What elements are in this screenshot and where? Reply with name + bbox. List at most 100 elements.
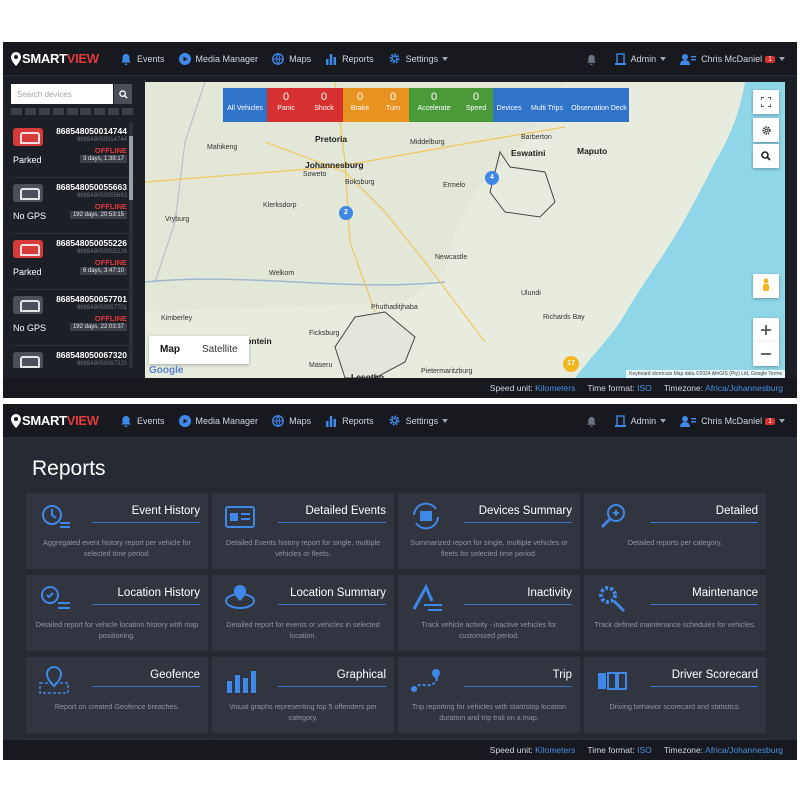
cluster-marker[interactable]: 4 [485, 171, 499, 185]
map-settings-button[interactable] [753, 118, 779, 142]
event-filter-devices[interactable]: Devices [493, 88, 525, 122]
map-search-button[interactable] [753, 144, 779, 168]
time-format: Time format: ISO [587, 383, 651, 393]
page-title: Reports [32, 457, 106, 480]
user-menu[interactable]: Chris McDaniel 1 [680, 415, 785, 427]
fullscreen-icon [761, 97, 771, 107]
nav-reports[interactable]: Reports [325, 53, 374, 65]
vehicle-sub-id: 868548050055226 [76, 249, 127, 255]
filter-label: Multi Trips [531, 105, 563, 112]
map-terrain [145, 82, 785, 378]
vehicle-state: No GPS [13, 211, 47, 221]
nav-events[interactable]: Events [120, 53, 165, 65]
search-button[interactable] [114, 84, 132, 104]
timezone-value[interactable]: Africa/Johannesburg [705, 745, 783, 755]
event-filter-speed[interactable]: 0 Speed [459, 88, 493, 122]
vehicle-list-item[interactable]: 868548050055226 868548050055226 OFFLINE … [11, 234, 129, 290]
speed-unit-value[interactable]: Kilometers [535, 745, 575, 755]
street-view-pegman[interactable] [753, 274, 779, 298]
map-view[interactable]: All Vehicles 0 Panic 0 Shock 0 Brake 0 Turn 0 Acce… [145, 82, 785, 378]
vehicle-list-item[interactable]: 868548050057701 868548050057701 OFFLINE … [11, 290, 129, 346]
event-filter-all-vehicles[interactable]: All Vehicles [223, 88, 267, 122]
event-filter-brake[interactable]: 0 Brake [343, 88, 377, 122]
filter-accel-icon[interactable] [80, 108, 92, 115]
event-filter-turn[interactable]: 0 Turn [377, 88, 409, 122]
filter-all-icon[interactable] [11, 108, 22, 115]
nav-maps[interactable]: Maps [272, 414, 311, 427]
map-type-satellite[interactable]: Satellite [191, 336, 249, 364]
report-card-devices-summary[interactable]: Devices Summary Summarized report for si… [398, 493, 580, 569]
nav-maps[interactable]: Maps [272, 52, 311, 65]
report-card-inactivity[interactable]: Inactivity Track vehicle activity - inac… [398, 575, 580, 651]
report-card-graphical[interactable]: Graphical Visual graphs representing top… [212, 657, 394, 733]
event-filter-multi-trips[interactable]: Multi Trips [525, 88, 569, 122]
event-filter-observation-deck[interactable]: Observation Deck [569, 88, 629, 122]
nav-media-manager[interactable]: Media Manager [178, 52, 259, 65]
report-card-geofence[interactable]: Geofence Report on created Geofence brea… [26, 657, 208, 733]
report-card-trip[interactable]: Trip Trip reporting for vehicles with st… [398, 657, 580, 733]
zoom-out-button[interactable] [753, 342, 779, 366]
smartview-logo[interactable]: SMART VIEW [10, 413, 102, 428]
vehicle-list-item[interactable]: 868548050067320 868548050067320 [11, 346, 129, 368]
time-format-value[interactable]: ISO [637, 383, 652, 393]
admin-menu[interactable]: Admin [614, 415, 667, 427]
vehicle-list-item[interactable]: 868548050014744 868548050014744 OFFLINE … [11, 122, 129, 178]
cluster-marker[interactable]: 2 [339, 206, 353, 220]
smartview-logo[interactable]: SMART VIEW [10, 51, 102, 66]
speed-unit-value[interactable]: Kilometers [535, 383, 575, 393]
timezone-value[interactable]: Africa/Johannesburg [705, 383, 783, 393]
event-filter-panic[interactable]: 0 Panic [267, 88, 305, 122]
vehicle-list-item[interactable]: 868548050055663 868548050055663 OFFLINE … [11, 178, 129, 234]
vehicle-list: 868548050014744 868548050014744 OFFLINE … [11, 122, 129, 368]
report-card-maintenance[interactable]: Maintenance Track defined maintenance sc… [584, 575, 766, 651]
filter-label: Brake [350, 105, 370, 112]
cluster-marker[interactable]: 17 [563, 356, 579, 372]
filter-speed-icon[interactable] [94, 108, 106, 115]
admin-menu[interactable]: Admin [614, 53, 667, 65]
notification-bell-icon[interactable] [586, 416, 597, 427]
time-format-value[interactable]: ISO [637, 745, 652, 755]
vehicle-sub-id: 868548050057701 [76, 305, 127, 311]
report-card-description: Driving behavior scorecard and statistic… [609, 702, 741, 711]
nav-media-label: Media Manager [195, 53, 259, 64]
map-type-map[interactable]: Map [149, 336, 191, 364]
report-card-detailed-events[interactable]: Detailed Events Detailed Events history … [212, 493, 394, 569]
filter-panic-icon[interactable] [24, 108, 36, 115]
filter-count [569, 91, 629, 105]
filter-x-icon[interactable] [122, 108, 133, 115]
chevron-down-icon [660, 419, 667, 423]
filter-shock-icon[interactable] [38, 108, 50, 115]
scrollbar-thumb[interactable] [129, 136, 133, 200]
vehicle-state: Parked [13, 267, 42, 277]
event-filter-accelerate[interactable]: 0 Accelerate [409, 88, 459, 122]
filter-turn-icon[interactable] [66, 108, 78, 115]
user-menu[interactable]: Chris McDaniel 1 [680, 53, 785, 65]
event-filter-shock[interactable]: 0 Shock [305, 88, 343, 122]
report-card-location-history[interactable]: Location History Detailed report for veh… [26, 575, 208, 651]
zoom-in-button[interactable] [753, 318, 779, 342]
report-card-title: Detailed [715, 505, 758, 517]
plus-icon [761, 325, 771, 335]
nav-reports[interactable]: Reports [325, 415, 374, 427]
filter-label: Speed [465, 105, 487, 112]
filter-gps-icon[interactable] [108, 108, 120, 115]
filter-brake-icon[interactable] [52, 108, 64, 115]
report-card-driver-scorecard[interactable]: Driver Scorecard Driving behavior scorec… [584, 657, 766, 733]
vehicle-duration: 6 days, 3:47:10 [79, 267, 127, 275]
report-card-detailed[interactable]: Detailed Detailed reports per category. [584, 493, 766, 569]
bell-icon [121, 415, 131, 427]
filter-count [223, 91, 267, 105]
nav-media-manager[interactable]: Media Manager [178, 414, 258, 427]
nav-events[interactable]: Events [120, 415, 165, 427]
nav-settings[interactable]: Settings [388, 414, 449, 427]
fullscreen-button[interactable] [753, 90, 779, 114]
vehicle-id: 868548050067320 [56, 350, 127, 360]
report-card-location-summary[interactable]: Location Summary Detailed report for eve… [212, 575, 394, 651]
report-card-event-history[interactable]: Event History Aggregated event history r… [26, 493, 208, 569]
notification-bell-icon[interactable] [586, 54, 597, 65]
user-name: Chris McDaniel [701, 416, 763, 426]
search-devices-input[interactable] [11, 84, 113, 104]
nav-settings[interactable]: Settings [388, 52, 449, 65]
vehicle-list-scrollbar[interactable] [129, 122, 133, 368]
logo-text-accent: VIEW [66, 413, 99, 428]
